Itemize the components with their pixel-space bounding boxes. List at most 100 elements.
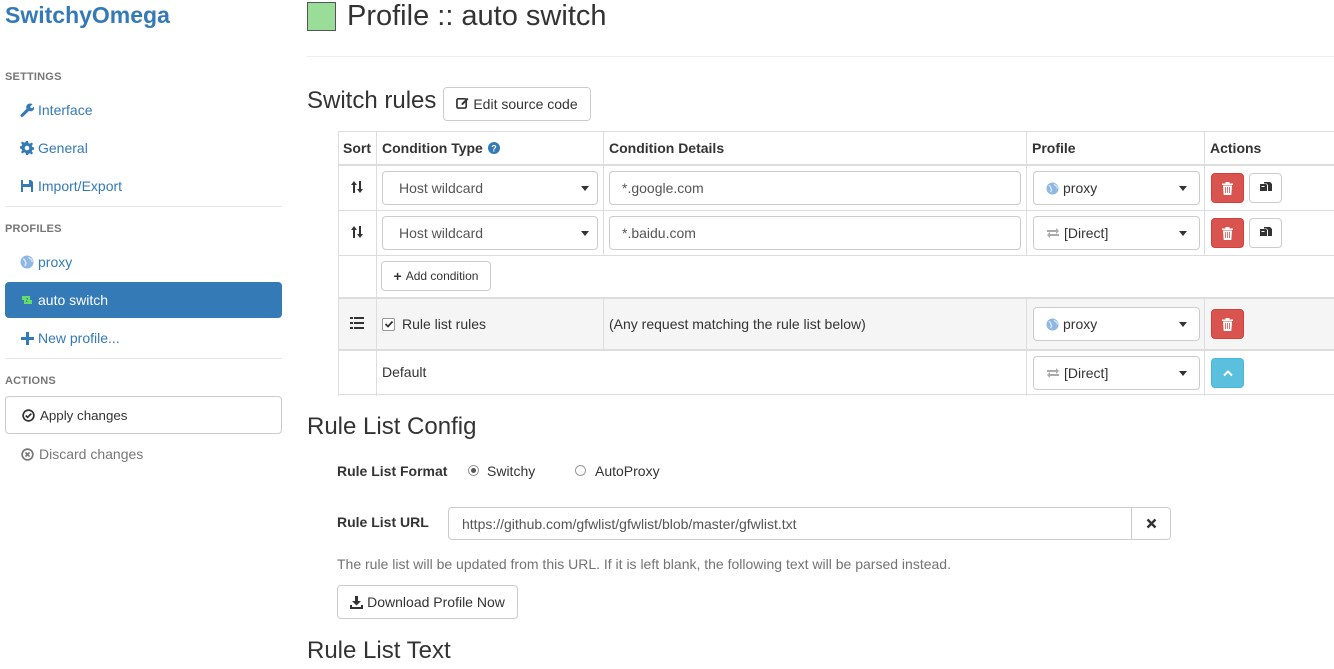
divider: [338, 210, 1334, 211]
wrench-icon: [19, 103, 35, 117]
delete-rule-button[interactable]: [1211, 173, 1244, 203]
sidebar-item-proxy[interactable]: proxy: [5, 244, 282, 280]
floppy-disk-icon: [19, 179, 35, 193]
rule-profile-value: proxy: [1063, 180, 1098, 196]
sidebar-item-auto-switch[interactable]: auto switch: [5, 282, 282, 318]
sidebar-item-label: Import/Export: [38, 178, 123, 194]
radio-switchy-label: Switchy: [487, 463, 536, 479]
delete-rule-button[interactable]: [1211, 218, 1244, 248]
svg-text:?: ?: [491, 144, 497, 154]
divider: [5, 358, 282, 359]
help-icon[interactable]: ?: [487, 142, 500, 154]
edit-source-code-button[interactable]: Edit source code: [443, 87, 591, 121]
settings-header: SETTINGS: [5, 71, 62, 83]
sidebar-item-general[interactable]: General: [5, 130, 282, 166]
profile-color-swatch[interactable]: [307, 2, 336, 31]
caret-down-icon: [581, 231, 589, 236]
condition-details-input[interactable]: *.google.com: [609, 171, 1021, 205]
rule-list-rules-label: Rule list rules: [402, 316, 487, 332]
exchange-icon: [1046, 367, 1060, 379]
condition-details-value: *.baidu.com: [622, 225, 696, 241]
col-header-condition-type-wrap: Condition Type ?: [382, 140, 500, 156]
caret-down-icon: [581, 186, 589, 191]
rule-list-url-value: https://github.com/gfwlist/gfwlist/blob/…: [462, 515, 797, 532]
close-icon: [1146, 518, 1157, 529]
divider: [5, 206, 282, 207]
rule-list-rules-toggle[interactable]: Rule list rules: [382, 316, 486, 332]
condition-type-select[interactable]: Host wildcard: [382, 171, 598, 205]
rule-list-help-text: The rule list will be updated from this …: [337, 556, 951, 572]
sidebar: SwitchyOmega SETTINGS Interface General …: [0, 0, 288, 669]
sidebar-item-import-export[interactable]: Import/Export: [5, 168, 282, 204]
condition-type-value: Host wildcard: [399, 225, 484, 241]
clone-rule-button[interactable]: [1249, 173, 1282, 203]
rule-list-details: (Any request matching the rule list belo…: [609, 316, 866, 332]
rule-profile-select[interactable]: proxy: [1033, 171, 1200, 205]
divider: [338, 349, 1334, 351]
rule-profile-select[interactable]: [Direct]: [1033, 216, 1200, 250]
sort-handle-icon[interactable]: [349, 223, 365, 241]
radio-switchy[interactable]: [468, 465, 479, 476]
rule-profile-value: [Direct]: [1064, 225, 1109, 241]
clone-rule-button[interactable]: [1249, 218, 1282, 248]
globe-icon: [1046, 181, 1059, 195]
caret-down-icon: [1179, 322, 1187, 327]
condition-details-value: *.google.com: [622, 180, 704, 196]
condition-type-value: Host wildcard: [399, 180, 484, 196]
condition-type-select[interactable]: Host wildcard: [382, 216, 598, 250]
radio-autoproxy[interactable]: [575, 465, 586, 476]
col-header-profile: Profile: [1032, 140, 1076, 156]
rule-list-checkbox[interactable]: [382, 317, 395, 331]
rule-list-url-group: https://github.com/gfwlist/gfwlist/blob/…: [448, 507, 1171, 540]
divider: [338, 164, 1334, 166]
sort-handle-icon[interactable]: [349, 178, 365, 196]
list-icon: [349, 314, 365, 332]
col-header-sort: Sort: [343, 140, 371, 156]
sidebar-item-new-profile[interactable]: New profile...: [5, 320, 282, 356]
condition-details-input[interactable]: *.baidu.com: [609, 216, 1021, 250]
radio-autoproxy-label: AutoProxy: [595, 463, 660, 479]
discard-changes-button[interactable]: Discard changes: [5, 436, 282, 472]
download-profile-button[interactable]: Download Profile Now: [337, 585, 518, 619]
page-header: Profile :: auto switch: [307, 0, 607, 33]
globe-icon: [1046, 317, 1059, 331]
divider: [376, 132, 377, 396]
rule-list-url-input[interactable]: https://github.com/gfwlist/gfwlist/blob/…: [448, 507, 1132, 540]
sidebar-item-label: proxy: [38, 254, 73, 270]
divider: [338, 255, 1334, 256]
collapse-button[interactable]: [1211, 358, 1244, 388]
rule-list-profile-select[interactable]: proxy: [1033, 307, 1200, 341]
add-condition-label: Add condition: [405, 269, 479, 283]
check-circle-icon: [22, 408, 35, 422]
caret-down-icon: [1179, 371, 1187, 376]
discard-changes-label: Discard changes: [39, 446, 144, 462]
actions-header: ACTIONS: [5, 375, 56, 387]
download-profile-label: Download Profile Now: [367, 594, 505, 610]
sidebar-item-interface[interactable]: Interface: [5, 92, 282, 128]
rule-list-text-heading: Rule List Text: [307, 637, 451, 664]
times-circle-icon: [21, 447, 34, 461]
add-condition-button[interactable]: + Add condition: [381, 261, 491, 291]
divider: [1026, 298, 1027, 396]
rule-list-profile-value: proxy: [1063, 316, 1098, 332]
trash-icon: [1222, 226, 1233, 240]
divider: [1204, 298, 1205, 396]
switch-rules-table: Sort Condition Type ? Condition Details …: [338, 131, 1334, 396]
divider: [1026, 132, 1027, 255]
divider: [338, 132, 339, 396]
retweet-icon: [19, 293, 35, 307]
delete-rule-list-button[interactable]: [1211, 309, 1244, 339]
divider: [603, 132, 604, 255]
edit-source-label: Edit source code: [473, 96, 578, 112]
default-label: Default: [382, 364, 427, 380]
default-profile-select[interactable]: [Direct]: [1033, 356, 1200, 390]
col-header-condition-type: Condition Type: [382, 140, 483, 156]
profiles-header: PROFILES: [5, 223, 62, 235]
trash-icon: [1222, 181, 1233, 195]
rule-list-config-heading: Rule List Config: [307, 413, 477, 440]
exchange-icon: [1046, 227, 1060, 239]
caret-down-icon: [1179, 231, 1187, 236]
apply-changes-button[interactable]: Apply changes: [5, 396, 282, 434]
clear-url-button[interactable]: [1131, 507, 1171, 540]
brand-title: SwitchyOmega: [5, 2, 170, 28]
